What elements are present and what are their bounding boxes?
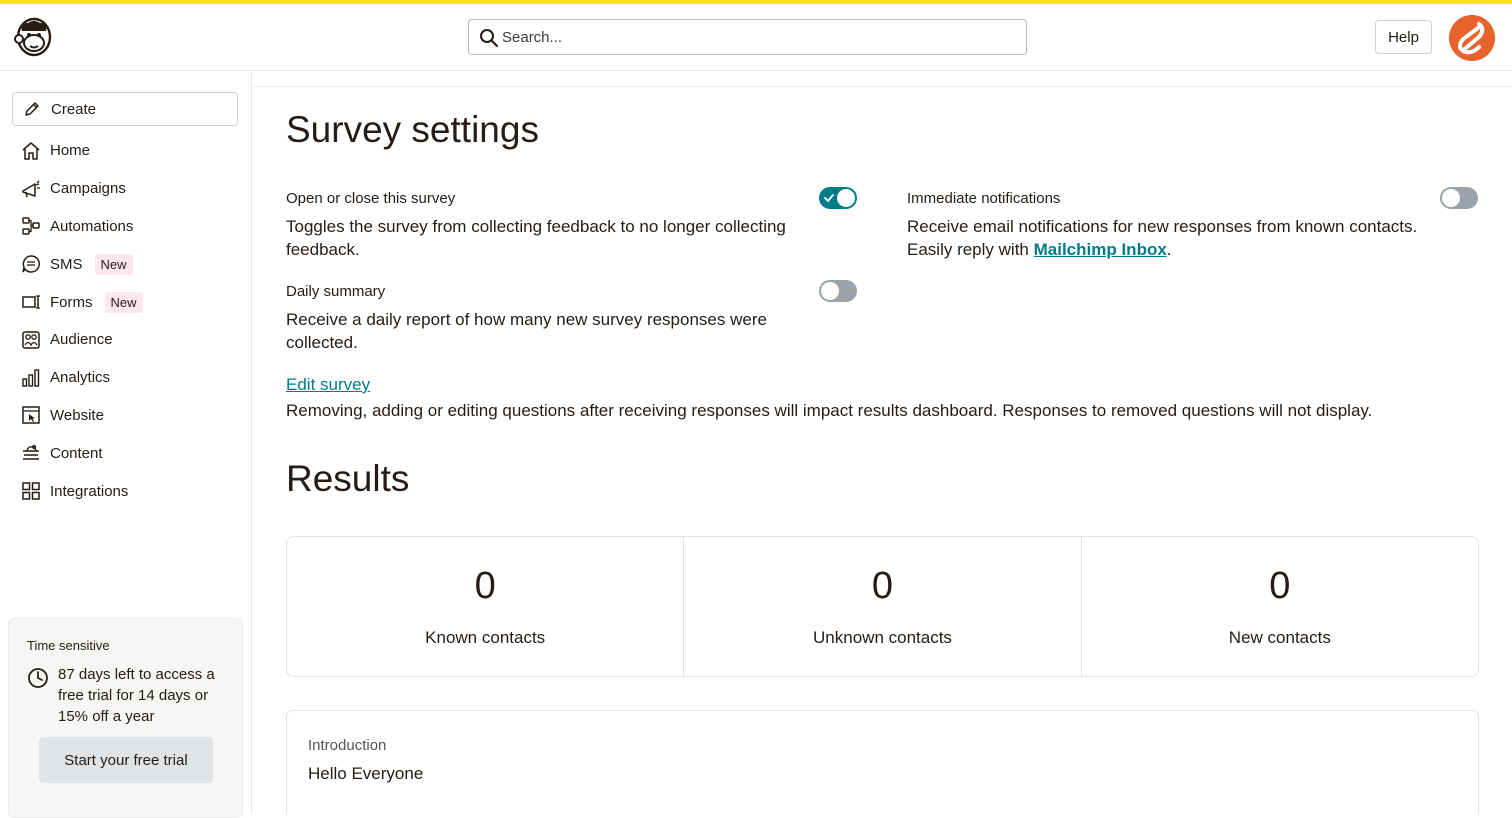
stat-new-contacts: 0 New contacts bbox=[1082, 537, 1478, 676]
search-box[interactable] bbox=[468, 19, 1027, 55]
setting-title: Open or close this survey bbox=[286, 190, 456, 207]
clock-icon bbox=[28, 668, 48, 688]
stat-value: 0 bbox=[1269, 565, 1291, 607]
checkmark-icon bbox=[824, 194, 834, 203]
home-icon bbox=[22, 142, 40, 160]
analytics-icon bbox=[22, 368, 40, 387]
stat-label: Known contacts bbox=[425, 628, 546, 647]
setting-description: Toggles the survey from collecting feedb… bbox=[286, 217, 786, 259]
website-icon bbox=[22, 406, 40, 425]
main-content: Survey settings Open or close this surve… bbox=[253, 71, 1512, 814]
sidebar-item-label: Integrations bbox=[50, 482, 129, 500]
sidebar-item-label: Home bbox=[50, 142, 91, 160]
pencil-icon bbox=[25, 102, 39, 116]
automations-icon bbox=[22, 217, 40, 236]
stat-value: 0 bbox=[871, 565, 894, 607]
promo-label: Time sensitive bbox=[27, 638, 110, 653]
promo-message: 87 days left to access a free trial for … bbox=[58, 666, 215, 725]
search-icon bbox=[480, 29, 499, 48]
start-free-trial-button[interactable]: Start your free trial bbox=[39, 737, 213, 783]
megaphone-icon bbox=[22, 180, 40, 197]
mailchimp-inbox-link[interactable]: Mailchimp Inbox bbox=[1034, 240, 1167, 259]
open-close-setting: Open or close this survey Toggles the su… bbox=[286, 190, 826, 261]
introduction-label: Introduction bbox=[308, 737, 387, 754]
new-badge: New bbox=[104, 291, 143, 313]
sidebar-item-label: Forms bbox=[50, 293, 93, 311]
edit-survey-link[interactable]: Edit survey bbox=[286, 375, 370, 395]
trial-promo-card: Time sensitive 87 days left to access a … bbox=[8, 618, 243, 818]
sidebar-item-home[interactable]: Home bbox=[0, 132, 252, 170]
content-icon bbox=[23, 445, 39, 460]
introduction-card: Introduction Hello Everyone bbox=[286, 710, 1479, 814]
sidebar-item-campaigns[interactable]: Campaigns bbox=[0, 170, 252, 208]
sidebar-item-label: Audience bbox=[50, 331, 113, 349]
sidebar-item-website[interactable]: Website bbox=[0, 397, 252, 435]
sidebar-item-analytics[interactable]: Analytics bbox=[0, 359, 252, 397]
toggle-knob bbox=[1442, 189, 1460, 207]
toggle-knob bbox=[821, 282, 839, 300]
setting-description: Receive a daily report of how many new s… bbox=[286, 310, 767, 352]
sidebar-item-content[interactable]: Content bbox=[0, 434, 252, 472]
sidebar-item-integrations[interactable]: Integrations bbox=[0, 472, 252, 510]
sms-icon bbox=[22, 255, 40, 274]
top-bar: Help bbox=[0, 4, 1512, 71]
results-stats: 0 Known contacts 0 Unknown contacts 0 Ne… bbox=[286, 536, 1479, 677]
sidebar-item-forms[interactable]: Forms New bbox=[0, 283, 252, 321]
stat-label: Unknown contacts bbox=[813, 628, 952, 647]
page-title: Survey settings bbox=[286, 109, 539, 150]
forms-icon bbox=[22, 295, 40, 309]
avatar[interactable] bbox=[1449, 15, 1495, 61]
stat-value: 0 bbox=[474, 565, 496, 607]
new-badge: New bbox=[94, 253, 133, 275]
divider bbox=[253, 86, 1512, 87]
sidebar-item-label: Campaigns bbox=[50, 180, 126, 198]
sidebar-nav: Home Campaigns Automations SMS New Forms… bbox=[0, 132, 252, 510]
sidebar: Create Home Campaigns Automations SMS Ne… bbox=[0, 71, 252, 818]
results-heading: Results bbox=[286, 458, 410, 499]
stat-label: New contacts bbox=[1228, 628, 1331, 647]
sidebar-item-label: Content bbox=[50, 444, 103, 462]
create-button[interactable]: Create bbox=[12, 92, 238, 126]
setting-title: Immediate notifications bbox=[907, 190, 1061, 207]
edit-survey-description: Removing, adding or editing questions af… bbox=[286, 401, 1373, 420]
help-button[interactable]: Help bbox=[1375, 20, 1432, 54]
introduction-value: Hello Everyone bbox=[308, 764, 424, 783]
sidebar-item-label: Website bbox=[50, 406, 104, 424]
setting-description: Receive email notifications for new resp… bbox=[907, 215, 1457, 261]
sidebar-item-automations[interactable]: Automations bbox=[0, 208, 252, 246]
mailchimp-logo-icon[interactable] bbox=[12, 15, 56, 59]
daily-summary-toggle[interactable] bbox=[819, 280, 857, 302]
setting-title: Daily summary bbox=[286, 283, 386, 300]
account-avatar-icon bbox=[1449, 15, 1495, 61]
sidebar-item-audience[interactable]: Audience bbox=[0, 321, 252, 359]
daily-summary-setting: Daily summary Receive a daily report of … bbox=[286, 283, 806, 354]
immediate-notifications-setting: Immediate notifications Receive email no… bbox=[907, 190, 1457, 261]
sidebar-item-sms[interactable]: SMS New bbox=[0, 245, 252, 283]
stat-known-contacts: 0 Known contacts bbox=[287, 537, 685, 676]
sidebar-item-label: SMS bbox=[50, 255, 83, 273]
immediate-notifications-toggle[interactable] bbox=[1440, 187, 1478, 209]
open-close-toggle[interactable] bbox=[819, 187, 857, 209]
audience-icon bbox=[22, 331, 40, 349]
sidebar-item-label: Analytics bbox=[50, 369, 111, 387]
toggle-knob bbox=[837, 189, 855, 207]
create-label: Create bbox=[51, 100, 97, 118]
stat-unknown-contacts: 0 Unknown contacts bbox=[684, 537, 1082, 676]
integrations-icon bbox=[22, 482, 40, 500]
description-suffix: . bbox=[1166, 240, 1172, 259]
search-input[interactable] bbox=[502, 20, 1012, 54]
sidebar-item-label: Automations bbox=[50, 217, 134, 235]
